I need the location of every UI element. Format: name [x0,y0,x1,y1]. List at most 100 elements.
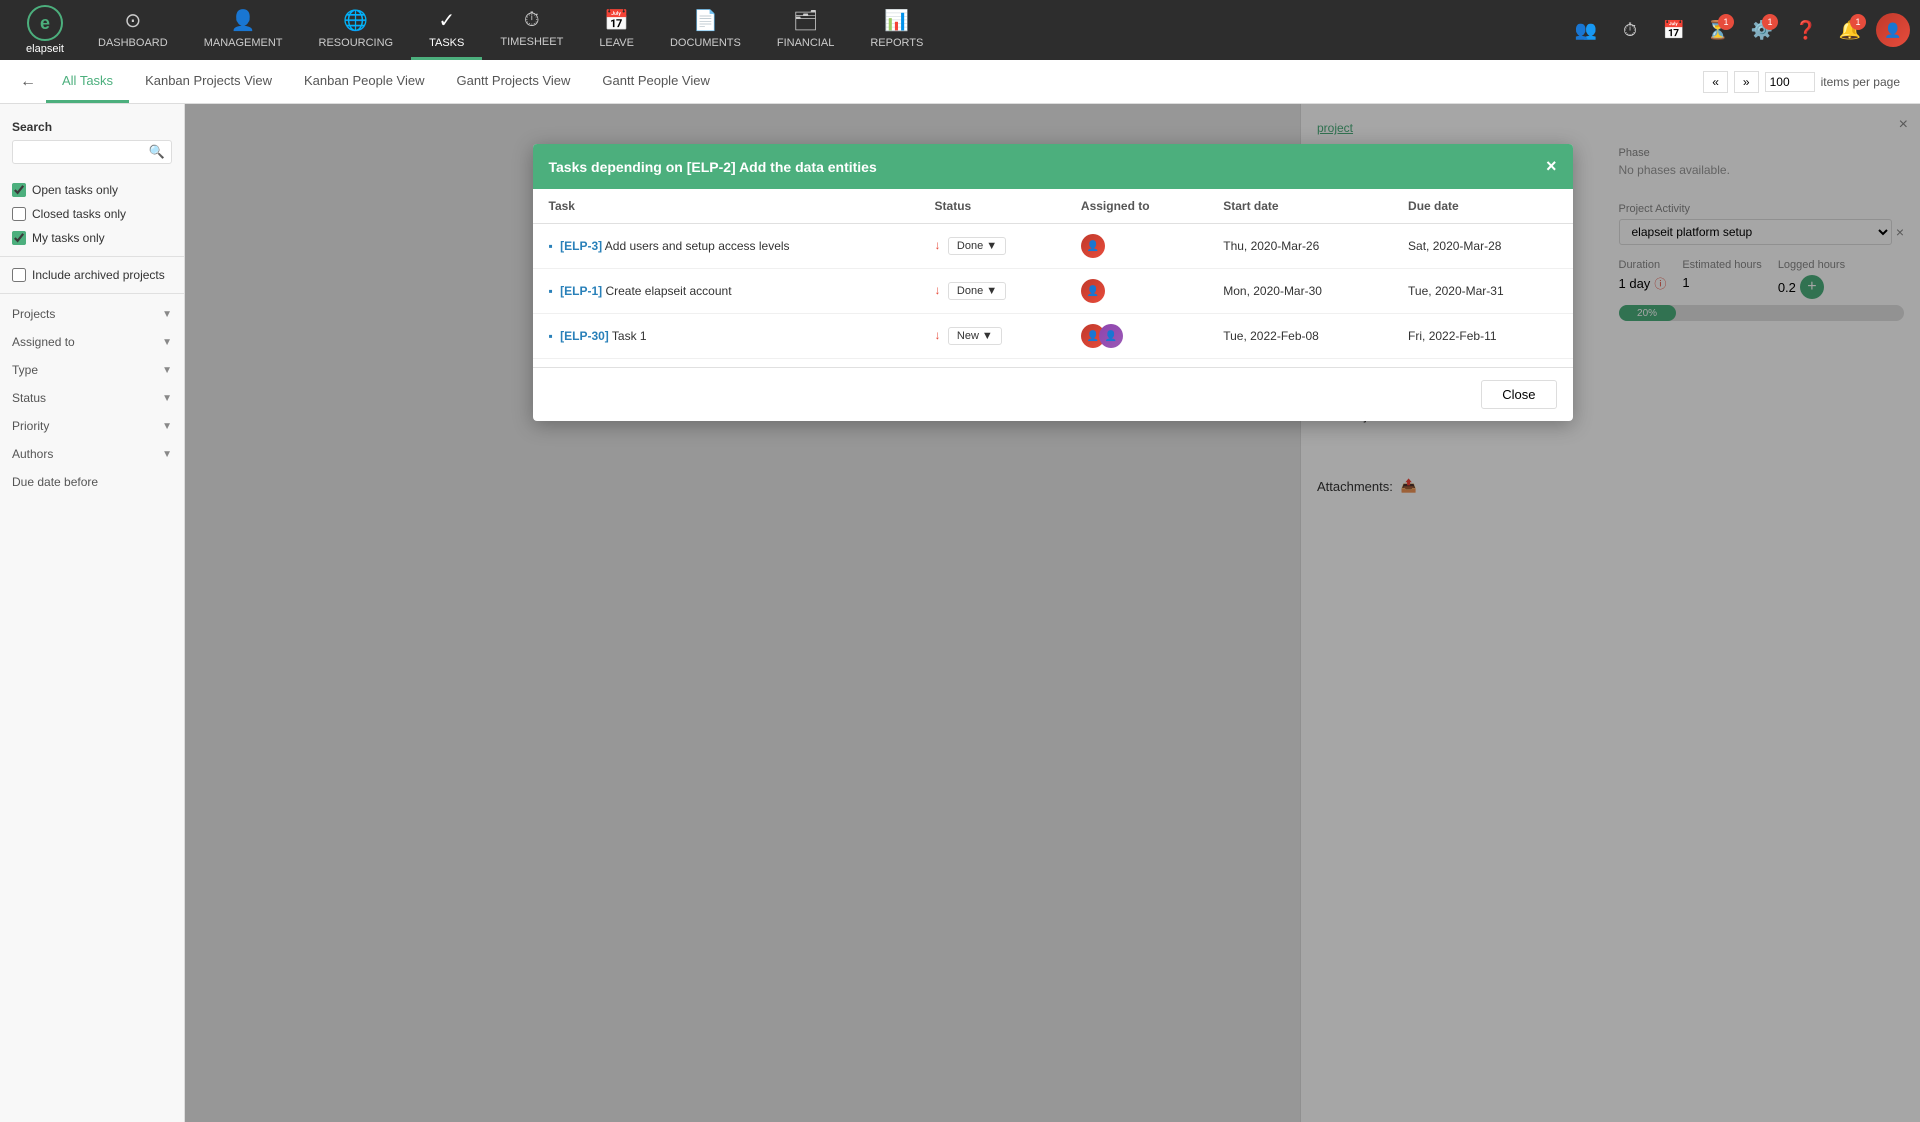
task-box-icon-2: ▪ [549,284,553,298]
app-logo[interactable]: e elapseit [10,5,80,55]
col-status: Status [919,189,1065,224]
search-input[interactable] [19,145,149,159]
next-page-btn[interactable]: » [1734,71,1759,93]
nav-timesheet-label: TIMESHEET [500,36,563,48]
dashboard-icon: ⊙ [124,8,141,33]
settings-icon-btn[interactable]: ⚙️ 1 [1744,12,1780,48]
filter-due-date[interactable]: Due date before [0,468,184,496]
notification-icon-btn[interactable]: 🔔 1 [1832,12,1868,48]
search-box[interactable]: 🔍 [12,140,172,164]
documents-icon: 📄 [693,8,718,33]
filter-open-tasks[interactable]: Open tasks only [0,178,184,202]
task-code-2[interactable]: [ELP-1] [560,284,602,298]
nav-leave[interactable]: 📅 LEAVE [581,0,652,60]
table-row: ▪ [ELP-30] Task 1 ↓ New ▼ [533,314,1573,359]
type-arrow-icon: ▼ [162,365,172,376]
modal-close-button[interactable]: Close [1481,380,1556,409]
filter-projects[interactable]: Projects ▼ [0,300,184,328]
nav-management-label: MANAGEMENT [204,37,283,49]
due-date-cell-3: Fri, 2022-Feb-11 [1392,314,1572,359]
task-cell-2: ▪ [ELP-1] Create elapseit account [533,269,919,314]
filter-due-date-label: Due date before [12,475,98,489]
modal-overlay: Tasks depending on [ELP-2] Add the data … [185,104,1920,1122]
help-icon-btn[interactable]: ❓ [1788,12,1824,48]
nav-timesheet[interactable]: ⏱ TIMESHEET [482,0,581,60]
nav-management[interactable]: 👤 MANAGEMENT [186,0,301,60]
modal-title: Tasks depending on [ELP-2] Add the data … [549,159,877,175]
status-arrow-icon: ▼ [162,393,172,404]
sidebar-divider-1 [0,256,184,257]
status-badge-1[interactable]: Done ▼ [948,237,1006,255]
filter-include-archived[interactable]: Include archived projects [0,263,184,287]
nav-dashboard[interactable]: ⊙ DASHBOARD [80,0,186,60]
hourglass-icon-btn[interactable]: ⏳ 1 [1700,12,1736,48]
filter-status[interactable]: Status ▼ [0,384,184,412]
status-badge-3[interactable]: New ▼ [948,327,1002,345]
task-code-3[interactable]: [ELP-30] [560,329,609,343]
timer-icon-btn[interactable]: ⏱ [1612,12,1648,48]
filter-type[interactable]: Type ▼ [0,356,184,384]
priority-icon-2: ↓ [935,283,941,297]
modal-footer: Close [533,367,1573,421]
nav-financial[interactable]: 🗂 FINANCIAL [759,0,852,60]
status-value-1: Done [957,240,983,252]
status-badge-2[interactable]: Done ▼ [948,282,1006,300]
sidebar: Search 🔍 Open tasks only Closed tasks on… [0,104,185,1122]
nav-right: 👥 ⏱ 📅 ⏳ 1 ⚙️ 1 ❓ 🔔 1 👤 [1568,12,1910,48]
filter-priority-label: Priority [12,419,49,433]
nav-items: ⊙ DASHBOARD 👤 MANAGEMENT 🌐 RESOURCING ✓ … [80,0,1568,60]
prev-page-btn[interactable]: « [1703,71,1728,93]
modal-table-body: ▪ [ELP-3] Add users and setup access lev… [533,224,1573,359]
tab-kanban-people[interactable]: Kanban People View [288,60,440,103]
start-date-val-2: Mon, 2020-Mar-30 [1223,284,1322,298]
nav-leave-label: LEAVE [599,37,634,49]
settings-badge: 1 [1762,14,1778,30]
filter-priority[interactable]: Priority ▼ [0,412,184,440]
assigned-arrow-icon: ▼ [162,337,172,348]
col-start-date: Start date [1207,189,1392,224]
task-name-1: Add users and setup access levels [605,239,790,253]
nav-reports[interactable]: 📊 REPORTS [852,0,941,60]
filter-my-tasks[interactable]: My tasks only [0,226,184,250]
nav-dashboard-label: DASHBOARD [98,37,168,49]
priority-arrow-icon: ▼ [162,421,172,432]
people-icon-btn[interactable]: 👥 [1568,12,1604,48]
due-date-val-1: Sat, 2020-Mar-28 [1408,239,1501,253]
closed-tasks-checkbox[interactable] [12,207,26,221]
nav-documents[interactable]: 📄 DOCUMENTS [652,0,759,60]
task-box-icon-1: ▪ [549,239,553,253]
tab-gantt-people[interactable]: Gantt People View [586,60,725,103]
filter-authors[interactable]: Authors ▼ [0,440,184,468]
priority-icon-1: ↓ [935,238,941,252]
filter-type-label: Type [12,363,38,377]
leave-icon: 📅 [604,8,629,33]
filter-closed-tasks[interactable]: Closed tasks only [0,202,184,226]
filter-authors-label: Authors [12,447,53,461]
search-label: Search [12,120,172,134]
task-name-3: Task 1 [612,329,647,343]
calendar-icon-btn[interactable]: 📅 [1656,12,1692,48]
modal-close-btn[interactable]: × [1546,156,1557,177]
my-tasks-checkbox[interactable] [12,231,26,245]
status-chevron-3: ▼ [982,330,993,342]
tab-all-tasks[interactable]: All Tasks [46,60,129,103]
open-tasks-checkbox[interactable] [12,183,26,197]
nav-tasks[interactable]: ✓ TASKS [411,0,482,60]
search-icon: 🔍 [149,144,165,160]
tab-kanban-projects[interactable]: Kanban Projects View [129,60,288,103]
task-name-2: Create elapseit account [605,284,731,298]
tab-gantt-projects[interactable]: Gantt Projects View [440,60,586,103]
status-value-2: Done [957,285,983,297]
items-per-page-input[interactable] [1765,72,1815,92]
task-code-1[interactable]: [ELP-3] [560,239,602,253]
status-cell-2: ↓ Done ▼ [919,269,1065,314]
filter-assigned-to[interactable]: Assigned to ▼ [0,328,184,356]
user-avatar[interactable]: 👤 [1876,13,1910,47]
nav-financial-label: FINANCIAL [777,37,834,49]
archived-checkbox[interactable] [12,268,26,282]
status-cell-1: ↓ Done ▼ [919,224,1065,269]
due-date-val-2: Tue, 2020-Mar-31 [1408,284,1504,298]
back-button[interactable]: ← [20,73,36,91]
nav-resourcing[interactable]: 🌐 RESOURCING [301,0,412,60]
avatar-3-2: 👤 [1099,324,1123,348]
